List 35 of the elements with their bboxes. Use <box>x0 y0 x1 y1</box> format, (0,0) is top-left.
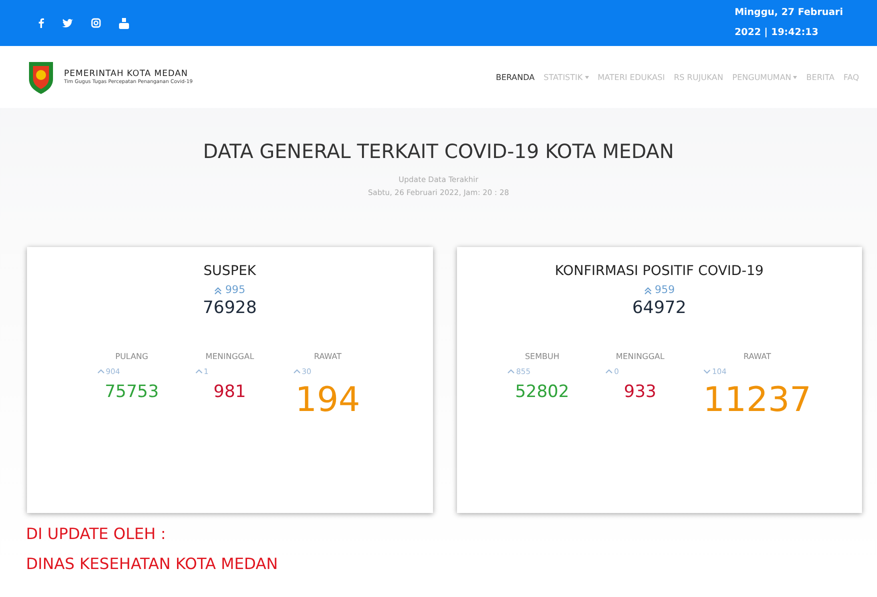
stat-label: MENINGGAL <box>616 352 664 361</box>
stat-value: 75753 <box>104 382 159 402</box>
stat-label: MENINGGAL <box>205 352 254 361</box>
nav-link[interactable]: FAQ <box>844 72 859 82</box>
instagram-icon[interactable] <box>91 18 101 28</box>
stat-value: 981 <box>214 382 246 402</box>
nav-link[interactable]: PENGUMUMAN <box>732 72 798 82</box>
page-title: DATA GENERAL TERKAIT COVID-19 KOTA MEDAN <box>203 140 674 163</box>
stat-value: 933 <box>624 382 656 402</box>
delta-value: 995 <box>225 284 246 296</box>
emblem-logo-icon[interactable] <box>26 59 56 95</box>
delta-value: 959 <box>654 284 675 296</box>
stat-label: RAWAT <box>744 352 771 361</box>
twitter-icon[interactable] <box>62 18 73 28</box>
stat-label: PULANG <box>115 352 148 361</box>
facebook-icon[interactable] <box>38 18 44 28</box>
footer-text: DINAS KESEHATAN KOTA MEDAN <box>26 555 279 573</box>
total-value: 64972 <box>632 298 686 318</box>
stat-value: 194 <box>295 380 360 420</box>
total-value: 76928 <box>202 298 257 318</box>
nav-link[interactable]: STATISTIK <box>544 72 589 82</box>
card-title: SUSPEK <box>203 263 256 279</box>
footer-text: DI UPDATE OLEH : <box>26 525 167 543</box>
date-time: Minggu, 27 Februari 2022 | 19:42:13 <box>734 6 843 40</box>
youtube-icon[interactable] <box>119 18 129 28</box>
stat-value: 52802 <box>515 382 570 402</box>
org-name: PEMERINTAH KOTA MEDAN <box>64 69 190 79</box>
nav-link[interactable]: BERANDA <box>496 72 535 82</box>
nav-link[interactable]: BERITA <box>806 72 834 82</box>
nav-link[interactable]: RS RUJUKAN <box>674 72 724 82</box>
stat-label: SEMBUH <box>524 352 560 361</box>
nav-link[interactable]: MATERI EDUKASI <box>598 72 665 82</box>
stat-label: RAWAT <box>314 352 342 361</box>
stat-value: 11237 <box>703 380 812 420</box>
card-title: KONFIRMASI POSITIF COVID-19 <box>554 263 764 279</box>
